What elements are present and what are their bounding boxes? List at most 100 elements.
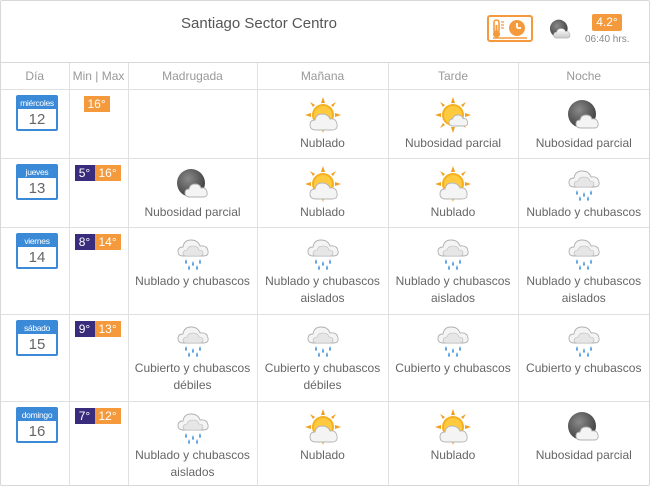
rain-cloud-icon	[307, 326, 339, 357]
day-cell: miércoles 12	[1, 89, 70, 159]
forecast-header: Santiago Sector Centro 4.2° 06:40 hrs.	[1, 1, 649, 63]
day-name: miércoles	[18, 96, 56, 109]
forecast-description: Nublado	[300, 135, 345, 150]
forecast-cell-manana: Nublado	[257, 158, 389, 228]
forecast-cell-madrugada: Nublado y chubascos	[128, 227, 258, 315]
rain-cloud-icon	[568, 326, 600, 357]
min-temp-badge: 5°	[74, 164, 95, 181]
station-title: Santiago Sector Centro	[181, 15, 337, 32]
rain-cloud-icon	[177, 326, 209, 357]
thermometer-clock-icon	[492, 19, 527, 39]
forecast-description: Nublado	[430, 204, 476, 219]
forecast-cell-tarde: Nublado y chubascos aislados	[388, 227, 519, 315]
table-row: sábado 15 9° 13° Cubierto y chubascos débil…	[1, 314, 649, 402]
date-calendar-badge: miércoles 12	[16, 94, 58, 131]
forecast-cell-manana: Nublado y chubascos aislados	[257, 227, 389, 315]
forecast-cell-tarde: Nublado	[388, 158, 519, 228]
day-name: sábado	[18, 321, 56, 334]
day-number: 13	[28, 179, 46, 197]
forecast-description: Cubierto y chubascos débiles	[264, 360, 381, 392]
max-temp-badge: 12°	[94, 407, 121, 424]
forecast-description: Cubierto y chubascos	[526, 360, 642, 375]
cloudy-sun-icon	[435, 408, 471, 445]
forecast-cell-noche: Nublado y chubascos	[518, 158, 649, 228]
max-temp-badge: 14°	[94, 233, 121, 250]
min-temp-badge: 9°	[74, 320, 95, 337]
date-calendar-badge: viernes 14	[16, 232, 58, 269]
rain-cloud-icon	[177, 239, 209, 270]
day-cell: jueves 13	[1, 158, 70, 228]
date-calendar-badge: sábado 15	[16, 319, 58, 356]
forecast-cell-madrugada: Nubosidad parcial	[128, 158, 258, 228]
current-time: 06:40 hrs.	[585, 34, 630, 45]
col-madrugada: Madrugada	[128, 63, 258, 90]
day-cell: viernes 14	[1, 227, 70, 315]
day-cell: sábado 15	[1, 314, 70, 402]
day-number: 12	[28, 110, 46, 128]
cloudy-sun-icon	[304, 96, 341, 133]
forecast-description: Nublado y chubascos aislados	[395, 273, 511, 305]
rain-cloud-icon	[177, 413, 209, 444]
date-calendar-badge: jueves 13	[16, 163, 58, 200]
forecast-description: Nublado y chubascos	[135, 273, 250, 288]
current-temperature: 4.2°	[592, 14, 622, 31]
history-chart-button[interactable]	[487, 15, 533, 42]
forecast-description: Nublado y chubascos aislados	[265, 273, 380, 305]
col-noche: Noche	[518, 63, 649, 90]
minmax-cell: 8° 14°	[69, 227, 129, 315]
minmax-badges: 5° 16°	[74, 164, 121, 181]
forecast-cell-madrugada: Cubierto y chubascos débiles	[128, 314, 258, 402]
forecast-description: Nublado	[300, 447, 345, 462]
forecast-description: Cubierto y chubascos	[395, 360, 511, 375]
max-temp-badge: 13°	[94, 320, 121, 337]
forecast-table: Día Min | Max Madrugada Mañana Tarde Noc…	[1, 63, 649, 485]
minmax-cell: 7° 12°	[69, 401, 129, 485]
forecast-cell-noche: Cubierto y chubascos	[518, 314, 649, 402]
forecast-description: Nublado	[430, 447, 476, 462]
rain-cloud-icon	[437, 239, 469, 270]
forecast-cell-madrugada: Nublado y chubascos aislados	[128, 401, 258, 485]
max-temp-badge: 16°	[83, 95, 110, 112]
forecast-description: Nublado y chubascos	[526, 204, 642, 219]
forecast-description: Nublado y chubascos aislados	[135, 447, 250, 479]
forecast-cell-tarde: Nublado	[388, 401, 519, 485]
forecast-cell-manana: Cubierto y chubascos débiles	[257, 314, 389, 402]
day-name: domingo	[18, 408, 56, 421]
forecast-cell-noche: Nublado y chubascos aislados	[518, 227, 649, 315]
forecast-cell-noche: Nubosidad parcial	[518, 401, 649, 485]
table-row: miércoles 12 16° Nublado Nubosidad parcial…	[1, 89, 649, 159]
date-calendar-badge: domingo 16	[16, 406, 58, 443]
partly-cloudy-night-icon	[176, 168, 208, 197]
col-manana: Mañana	[257, 63, 389, 90]
forecast-description: Nubosidad parcial	[535, 447, 632, 462]
cloudy-sun-icon	[304, 408, 341, 445]
table-row: jueves 13 5° 16° Nubosidad parcial Nublado …	[1, 158, 649, 228]
min-temp-badge: 8°	[74, 233, 95, 250]
partly-cloudy-night-icon	[567, 99, 599, 128]
forecast-description: Nublado	[300, 204, 345, 219]
cloudy-sun-icon	[435, 165, 471, 202]
forecast-description: Nubosidad parcial	[404, 135, 502, 150]
forecast-description: Nubosidad parcial	[535, 135, 632, 150]
rain-cloud-icon	[307, 239, 339, 270]
day-number: 15	[28, 335, 46, 353]
forecast-widget: Santiago Sector Centro 4.2° 06:40 hrs. D…	[0, 0, 650, 486]
table-row: domingo 16 7° 12° Nublado y chubascos aisla…	[1, 401, 649, 485]
forecast-description: Cubierto y chubascos débiles	[134, 360, 251, 392]
partly-cloudy-night-icon	[549, 19, 571, 39]
col-tarde: Tarde	[388, 63, 519, 90]
forecast-cell-noche: Nubosidad parcial	[518, 89, 649, 159]
min-temp-badge: 7°	[74, 407, 95, 424]
minmax-cell: 5° 16°	[69, 158, 129, 228]
rain-cloud-icon	[437, 326, 469, 357]
rain-cloud-icon	[568, 170, 600, 201]
max-temp-badge: 16°	[94, 164, 121, 181]
table-row: viernes 14 8° 14° Nublado y chubascos Nubla…	[1, 227, 649, 315]
col-minmax: Min | Max	[69, 63, 129, 90]
minmax-cell: 9° 13°	[69, 314, 129, 402]
forecast-cell-tarde: Cubierto y chubascos	[388, 314, 519, 402]
day-number: 14	[28, 248, 46, 266]
day-name: jueves	[18, 165, 56, 178]
minmax-cell: 16°	[69, 89, 129, 159]
col-day: Día	[1, 63, 70, 90]
